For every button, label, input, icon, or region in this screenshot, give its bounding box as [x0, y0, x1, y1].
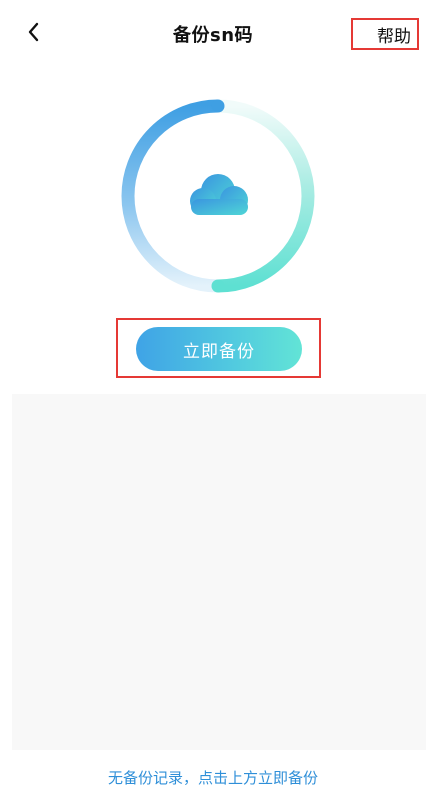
backup-progress-ring [118, 96, 318, 296]
help-button[interactable]: 帮助 [351, 18, 419, 50]
backup-records-panel [12, 394, 426, 750]
backup-button-highlight: 立即备份 [116, 318, 321, 378]
empty-records-hint[interactable]: 无备份记录，点击上方立即备份 [0, 767, 426, 788]
cloud-icon [190, 174, 248, 215]
top-bar: 备份sn码 帮助 [0, 0, 426, 60]
backup-now-button[interactable]: 立即备份 [136, 327, 302, 371]
